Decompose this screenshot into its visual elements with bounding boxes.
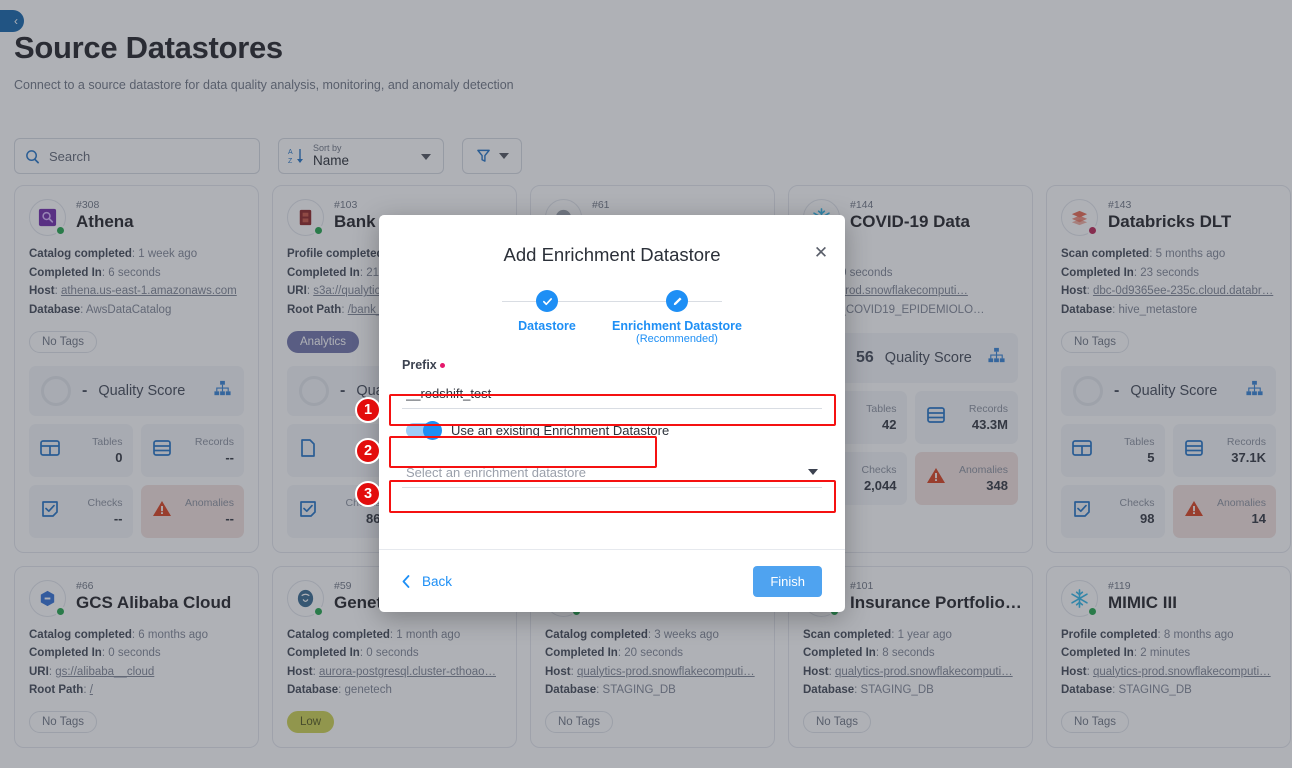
annotation-box-3 [389, 480, 836, 513]
wizard-stepper: Datastore Enrichment Datastore (Recommen… [379, 290, 845, 352]
back-button-label: Back [422, 573, 453, 589]
prefix-label: Prefix [402, 358, 822, 372]
chevron-down-icon [808, 469, 818, 475]
step-enrichment-sublabel: (Recommended) [636, 333, 718, 345]
annotation-box-1 [389, 394, 836, 426]
annotation-number-3: 3 [355, 481, 381, 507]
finish-button[interactable]: Finish [753, 565, 822, 597]
step-datastore-label: Datastore [518, 319, 576, 333]
step-enrichment-label: Enrichment Datastore [612, 319, 742, 333]
chevron-left-icon [402, 574, 410, 588]
pencil-icon [666, 290, 688, 312]
prefix-label-text: Prefix [402, 358, 437, 372]
dialog-title: Add Enrichment Datastore [503, 244, 721, 265]
check-icon [536, 290, 558, 312]
back-button[interactable]: Back [402, 574, 452, 589]
annotation-number-2: 2 [355, 438, 381, 464]
required-dot-icon [439, 363, 445, 369]
step-datastore[interactable]: Datastore [482, 290, 612, 333]
close-icon[interactable]: ✕ [811, 243, 831, 263]
screen-root: ‹ Source Datastores Connect to a source … [0, 0, 1292, 768]
annotation-box-2 [389, 436, 657, 468]
dialog-footer: Back Finish [379, 549, 845, 612]
step-enrichment-datastore[interactable]: Enrichment Datastore (Recommended) [612, 290, 742, 345]
annotation-number-1: 1 [355, 397, 381, 423]
